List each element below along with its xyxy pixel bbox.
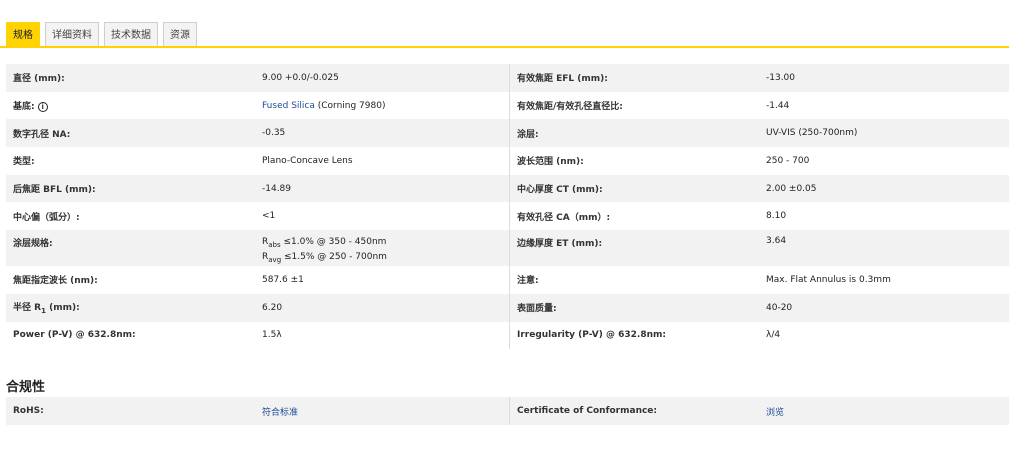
spec-label: 焦距指定波长 (nm): xyxy=(13,276,98,287)
compliance-table: RoHS: 符合标准 Certificate of Conformance: 浏… xyxy=(6,397,1009,425)
spec-value: UV-VIS (250-700nm) xyxy=(759,119,1009,148)
substrate-detail: (Corning 7980) xyxy=(314,100,386,111)
table-row: 后焦距 BFL (mm): -14.89 中心厚度 CT (mm): 2.00 … xyxy=(6,174,1009,203)
spec-value: 2.00 ±0.05 xyxy=(759,174,1009,203)
spec-label: 涂层规格: xyxy=(6,230,255,267)
compliance-heading: 合规性 xyxy=(6,380,46,395)
coating-text: ≤1.0% @ 350 - 450nm xyxy=(280,237,387,248)
table-row: 涂层规格: Rabs ≤1.0% @ 350 - 450nm Ravg ≤1.5… xyxy=(6,230,1009,267)
coating-sub: avg xyxy=(268,255,282,264)
certificate-value[interactable]: 浏览 xyxy=(759,397,1009,425)
spec-value: λ/4 xyxy=(766,330,781,341)
tab-specs[interactable]: 规格 xyxy=(6,22,40,47)
spec-label-radius: 半径 R1 (mm): xyxy=(6,293,255,322)
coating-text: ≤1.5% @ 250 - 700nm xyxy=(281,251,387,262)
spec-value-coating: Rabs ≤1.0% @ 350 - 450nm Ravg ≤1.5% @ 25… xyxy=(255,230,510,267)
spec-value: -14.89 xyxy=(255,174,510,203)
substrate-link[interactable]: Fused Silica xyxy=(262,101,315,111)
spec-label: 有效焦距/有效孔径直径比: xyxy=(517,102,623,113)
table-row: 焦距指定波长 (nm): 587.6 ±1 注意: Max. Flat Annu… xyxy=(6,266,1009,294)
table-row: 数字孔径 NA: -0.35 涂层: UV-VIS (250-700nm) xyxy=(6,119,1009,148)
spec-label: Power (P-V) @ 632.8nm: xyxy=(13,330,136,341)
certificate-label: Certificate of Conformance: xyxy=(509,397,759,425)
spec-value: Fused Silica (Corning 7980) xyxy=(255,91,510,120)
spec-label: 注意: xyxy=(517,276,539,287)
spec-label-substrate: 基底: i xyxy=(6,92,255,120)
spec-value: -13.00 xyxy=(759,64,1009,92)
certificate-link[interactable]: 浏览 xyxy=(766,408,784,418)
spec-table: 直径 (mm): 9.00 +0.0/-0.025 有效焦距 EFL (mm):… xyxy=(6,64,1009,350)
spec-label: 边缘厚度 ET (mm): xyxy=(509,230,759,267)
spec-label: 数字孔径 NA: xyxy=(6,119,255,148)
coating-sub: abs xyxy=(268,240,281,249)
spec-value: Plano-Concave Lens xyxy=(255,147,510,175)
table-row: RoHS: 符合标准 Certificate of Conformance: 浏… xyxy=(6,397,1009,425)
tab-bar: 规格 详细资料 技术数据 资源 xyxy=(6,22,197,47)
table-row: 类型: Plano-Concave Lens 波长范围 (nm): 250 - … xyxy=(6,147,1009,175)
spec-value: -1.44 xyxy=(766,100,790,111)
tab-details[interactable]: 详细资料 xyxy=(45,22,99,47)
table-row: 基底: i Fused Silica (Corning 7980) 有效焦距/有… xyxy=(6,91,1009,120)
spec-label: 涂层: xyxy=(509,119,759,148)
spec-label: 直径 (mm): xyxy=(6,64,255,92)
spec-label: 表面质量: xyxy=(509,293,759,322)
info-icon[interactable]: i xyxy=(37,101,48,112)
rohs-label: RoHS: xyxy=(6,397,255,425)
spec-value: 8.10 xyxy=(766,211,787,222)
spec-value: 587.6 ±1 xyxy=(255,266,510,294)
tab-tech-data[interactable]: 技术数据 xyxy=(104,22,158,47)
spec-value: 1.5λ xyxy=(255,321,510,350)
spec-value: 6.20 xyxy=(255,293,510,322)
table-row: 直径 (mm): 9.00 +0.0/-0.025 有效焦距 EFL (mm):… xyxy=(6,64,1009,92)
tab-underline xyxy=(0,46,1009,48)
spec-label: 中心厚度 CT (mm): xyxy=(509,174,759,203)
spec-label: 中心偏（弧分）: xyxy=(13,212,80,223)
spec-label: 波长范围 (nm): xyxy=(517,157,584,168)
spec-label: 基底: xyxy=(13,102,35,113)
spec-value: 9.00 +0.0/-0.025 xyxy=(255,64,510,92)
rohs-value-link[interactable]: 符合标准 xyxy=(255,397,510,425)
rohs-link[interactable]: 符合标准 xyxy=(262,408,298,418)
spec-value: <1 xyxy=(255,202,510,231)
spec-label: 有效焦距 EFL (mm): xyxy=(509,64,759,92)
table-row: Power (P-V) @ 632.8nm: 1.5λ Irregularity… xyxy=(6,321,1009,350)
table-row: 中心偏（弧分）: <1 有效孔径 CA（mm）: 8.10 xyxy=(6,202,1009,231)
radius-unit: (mm): xyxy=(45,303,80,314)
spec-value: -0.35 xyxy=(255,119,510,148)
radius-label: 半径 R xyxy=(13,303,42,314)
spec-label: Irregularity (P-V) @ 632.8nm: xyxy=(517,330,666,341)
spec-value: 250 - 700 xyxy=(766,155,810,166)
coating-line: Ravg ≤1.5% @ 250 - 700nm xyxy=(262,251,502,266)
spec-value: Max. Flat Annulus is 0.3mm xyxy=(766,274,891,285)
spec-value: 40-20 xyxy=(759,293,1009,322)
spec-label: 后焦距 BFL (mm): xyxy=(6,174,255,203)
table-row: 半径 R1 (mm): 6.20 表面质量: 40-20 xyxy=(6,293,1009,322)
spec-label: 类型: xyxy=(13,157,35,168)
coating-line: Rabs ≤1.0% @ 350 - 450nm xyxy=(262,236,502,251)
spec-label: 有效孔径 CA（mm）: xyxy=(517,212,611,223)
spec-value: 3.64 xyxy=(759,230,1009,267)
tab-resources[interactable]: 资源 xyxy=(163,22,197,47)
